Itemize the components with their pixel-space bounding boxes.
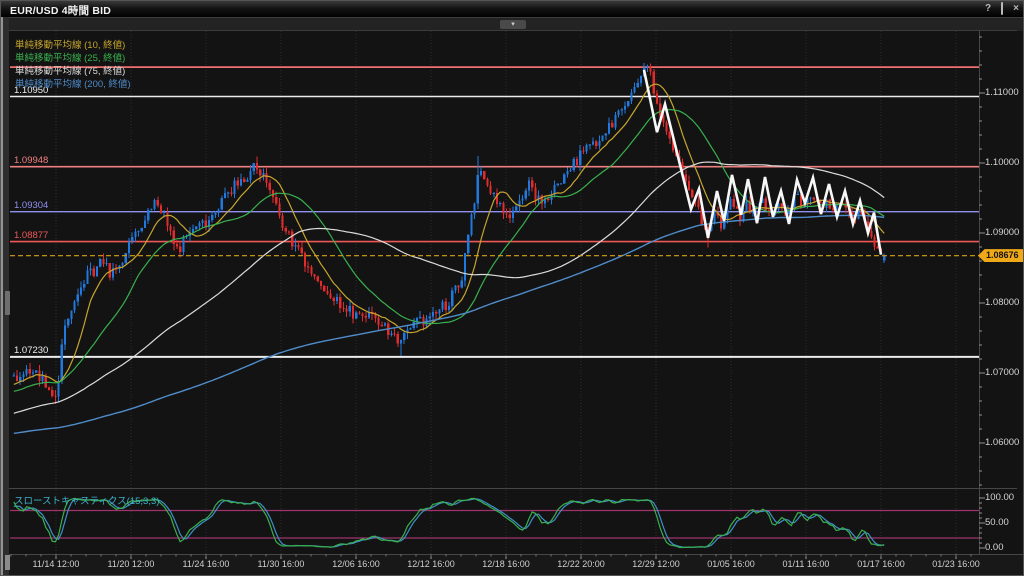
price-axis-label: 1.06000 bbox=[985, 437, 1019, 448]
stoch-axis-label: 0.00 bbox=[985, 542, 1004, 553]
level-line-label: 1.09948 bbox=[14, 155, 48, 166]
time-axis-label: 01/05 16:00 bbox=[696, 559, 766, 569]
chart-window: EUR/USD 4時間 BID ? × ▾ 1.110001.100001.09… bbox=[0, 0, 1024, 576]
legend-item-sma-25: 単純移動平均線 (25, 終値) bbox=[15, 50, 125, 64]
time-axis-label: 11/14 12:00 bbox=[21, 559, 91, 569]
time-axis-label: 01/11 16:00 bbox=[771, 559, 841, 569]
time-axis-label: 11/24 16:00 bbox=[171, 559, 241, 569]
stoch-axis-label: 50.00 bbox=[985, 517, 1009, 528]
level-line-label: 1.08877 bbox=[14, 230, 48, 241]
time-axis-label: 12/12 16:00 bbox=[396, 559, 466, 569]
legend-item-sma-75: 単純移動平均線 (75, 終値) bbox=[15, 63, 125, 77]
chart-area[interactable]: 1.11000 1.10000 1.09000 1.08000 1.07000 1.060… bbox=[1, 1, 1024, 576]
time-axis-label: 12/18 16:00 bbox=[471, 559, 541, 569]
time-axis-label: 12/22 20:00 bbox=[546, 559, 616, 569]
time-axis-label: 01/23 16:00 bbox=[921, 559, 991, 569]
chart-canvas[interactable] bbox=[1, 1, 1024, 576]
level-line-label: 1.09304 bbox=[14, 200, 48, 211]
rail-footer-mark bbox=[5, 555, 10, 570]
price-axis-label: 1.08000 bbox=[985, 297, 1019, 308]
legend-item-sma-200: 単純移動平均線 (200, 終値) bbox=[15, 76, 131, 90]
legend-item-sma-10: 単純移動平均線 (10, 終値) bbox=[15, 37, 125, 51]
time-axis-label: 12/06 16:00 bbox=[321, 559, 391, 569]
level-line-label: 1.07230 bbox=[14, 345, 48, 356]
stoch-indicator-label: スローストキャスティクス(15,3,3) bbox=[14, 493, 159, 507]
price-axis-label: 1.09000 bbox=[985, 227, 1019, 238]
time-axis-label: 01/17 16:00 bbox=[846, 559, 916, 569]
time-axis-label: 11/20 12:00 bbox=[96, 559, 166, 569]
price-axis-label: 1.10000 bbox=[985, 157, 1019, 168]
price-axis-label: 1.07000 bbox=[985, 367, 1019, 378]
price-axis-label: 1.11000 bbox=[985, 87, 1019, 98]
time-axis-label: 11/30 16:00 bbox=[246, 559, 316, 569]
time-axis-label: 12/29 12:00 bbox=[621, 559, 691, 569]
side-panel-rail bbox=[1, 17, 9, 576]
stoch-axis-label: 100.00 bbox=[985, 492, 1014, 503]
current-price-badge: 1.08676 bbox=[978, 249, 1024, 262]
panel-splitter-handle[interactable] bbox=[5, 291, 10, 315]
